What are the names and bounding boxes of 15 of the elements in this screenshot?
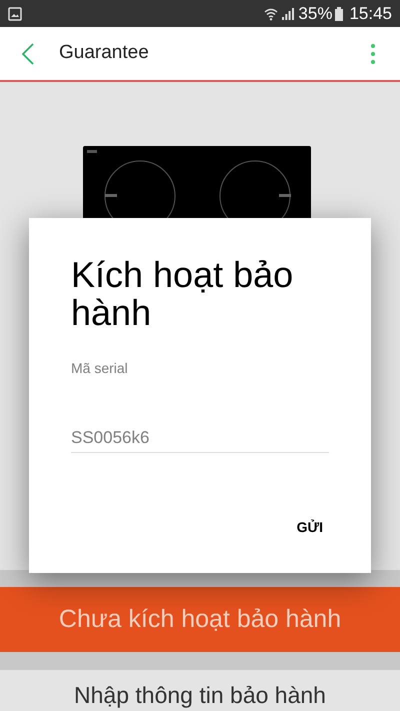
wifi-icon [264,6,278,20]
battery-icon [335,6,344,20]
battery-percent: 35% [298,2,332,25]
back-button[interactable] [20,42,36,66]
clock: 15:45 [349,2,392,25]
field-label: Mã serial [71,359,129,378]
serial-input-field[interactable]: SS0056k6 [71,423,329,453]
more-options-button[interactable] [370,44,376,64]
send-button[interactable]: GỬI [294,513,325,542]
warranty-status-banner: Chưa kích hoạt bảo hành [0,587,400,652]
signal-icon [282,7,294,20]
screen-title: Guarantee [59,41,149,66]
enter-info-label: Nhập thông tin bảo hành [74,682,326,709]
dialog-title: Kích hoạt bảo hành [71,256,294,332]
image-icon [8,6,22,20]
